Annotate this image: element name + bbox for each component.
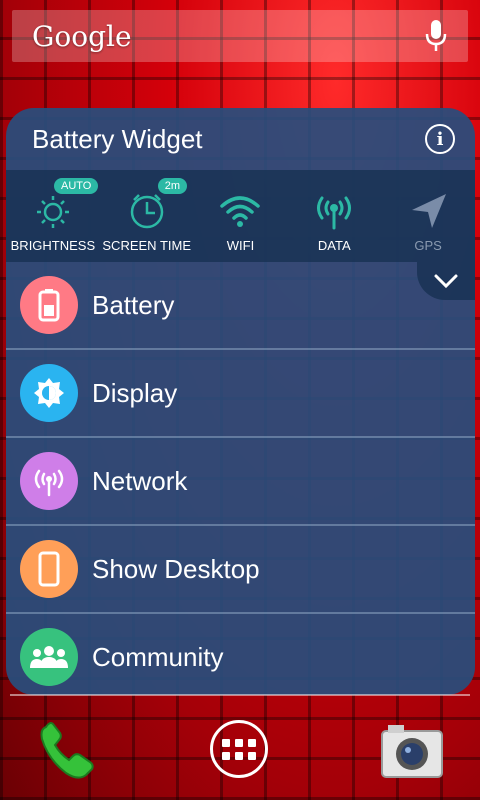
data-antenna-icon xyxy=(317,196,352,230)
dock xyxy=(0,705,480,800)
battery-icon xyxy=(20,276,78,334)
info-icon[interactable]: i xyxy=(425,124,455,154)
toggle-gps[interactable]: GPS xyxy=(381,170,475,262)
mic-icon[interactable] xyxy=(424,19,448,53)
toggle-data[interactable]: DATA xyxy=(287,170,381,262)
widget-title: Battery Widget xyxy=(32,123,203,154)
quick-toggles: AUTO BRIGHTNESS 2m SCREEN TIME WIFI DATA… xyxy=(6,170,475,262)
toggle-label-screen-time: SCREEN TIME xyxy=(102,238,191,253)
toggle-label-data: DATA xyxy=(317,238,351,253)
menu-item-network[interactable]: Network xyxy=(6,438,475,526)
phone-device-icon xyxy=(20,540,78,598)
dock-divider xyxy=(10,694,470,696)
battery-widget: Battery Widget i AUTO BRIGHTNESS 2m SCRE… xyxy=(6,108,475,695)
menu-label-community: Community xyxy=(92,641,224,672)
toggle-label-gps: GPS xyxy=(414,238,442,253)
phone-icon[interactable] xyxy=(36,721,98,783)
menu-item-show-desktop[interactable]: Show Desktop xyxy=(6,526,475,614)
clock-icon xyxy=(130,194,163,229)
menu-label-battery: Battery xyxy=(92,289,175,320)
camera-icon[interactable] xyxy=(380,723,444,781)
toggle-screen-time[interactable]: 2m SCREEN TIME xyxy=(100,170,194,262)
toggle-brightness[interactable]: AUTO BRIGHTNESS xyxy=(6,170,100,262)
menu-label-network: Network xyxy=(92,465,188,496)
widget-menu: Battery Display Network Show Desktop Com… xyxy=(6,262,475,695)
toggle-label-brightness: BRIGHTNESS xyxy=(10,238,96,253)
widget-header: Battery Widget i xyxy=(6,108,475,170)
brightness-icon xyxy=(36,196,69,228)
menu-item-battery[interactable]: Battery xyxy=(6,262,475,350)
menu-item-community[interactable]: Community xyxy=(6,614,475,695)
network-antenna-icon xyxy=(20,452,78,510)
people-icon xyxy=(20,628,78,686)
toggle-label-wifi: WIFI xyxy=(226,238,255,253)
display-brightness-icon xyxy=(20,364,78,422)
app-drawer-icon[interactable] xyxy=(210,720,268,778)
menu-label-display: Display xyxy=(92,377,178,408)
google-search-bar[interactable]: Google xyxy=(12,10,468,62)
gps-icon xyxy=(412,194,447,228)
menu-label-show-desktop: Show Desktop xyxy=(92,553,260,584)
toggle-wifi[interactable]: WIFI xyxy=(194,170,288,262)
wifi-icon xyxy=(220,196,261,227)
menu-item-display[interactable]: Display xyxy=(6,350,475,438)
google-logo: Google xyxy=(32,19,132,53)
